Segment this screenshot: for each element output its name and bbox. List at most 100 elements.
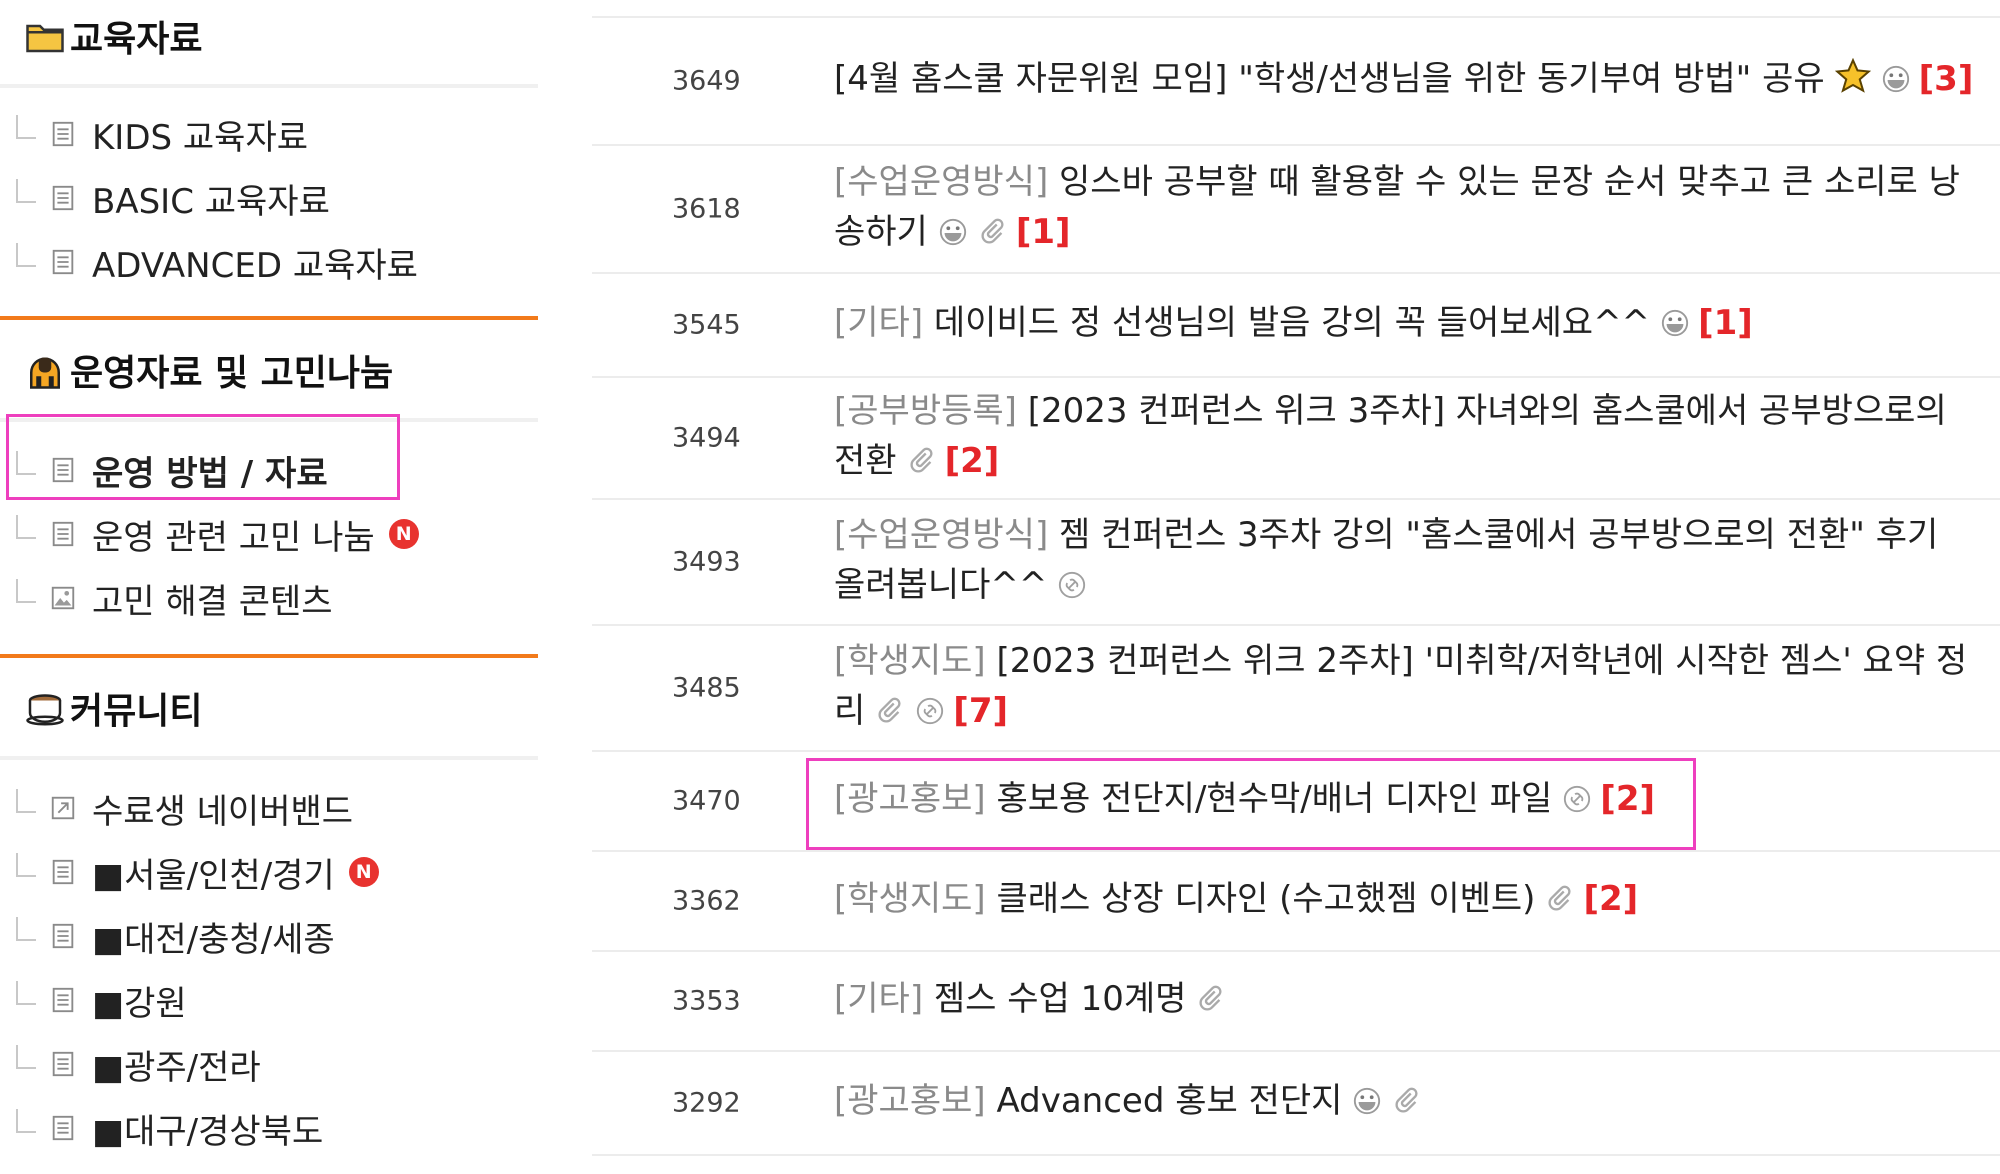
attachment-icon [1545, 878, 1575, 928]
post-title-link[interactable]: [4월 홈스쿨 자문위원 모임] "학생/선생님을 위한 동기부여 방법" 공유 [834, 59, 1825, 99]
post-row: 3470 [광고홍보] 홍보용 전단지/현수막/배너 디자인 파일 [2] [592, 752, 2000, 852]
post-title-cell: [4월 홈스쿨 자문위원 모임] "학생/선생님을 위한 동기부여 방법" 공유… [834, 54, 1980, 108]
sidebar-section-title: 교육자료 [70, 19, 203, 60]
board-icon [48, 857, 78, 887]
post-row: 3292 [광고홍보] Advanced 홍보 전단지 [592, 1052, 2000, 1156]
post-row: 3618 [수업운영방식] 잉스바 공부할 때 활용할 수 있는 문장 순서 맞추… [592, 146, 2000, 274]
sidebar-menu-label: 고민 해결 콘텐츠 [92, 581, 333, 622]
sidebar-section-heading: 커뮤니티 [24, 678, 202, 738]
sidebar-menu-item[interactable]: ■대구/경상북도 [16, 1100, 323, 1156]
section-divider [0, 418, 538, 422]
sidebar-menu-item[interactable]: ■광주/전라 [16, 1036, 261, 1092]
sidebar-menu-item[interactable]: 고민 해결 콘텐츠 [16, 570, 333, 626]
section-divider [0, 84, 538, 88]
sidebar-menu-label: BASIC 교육자료 [92, 181, 330, 222]
comment-count-link[interactable]: [3] [1919, 59, 1974, 99]
sidebar-menu-label: ■강원 [92, 983, 187, 1024]
sidebar-menu-item[interactable]: 운영 관련 고민 나눔 N [16, 506, 419, 562]
star-icon [1834, 57, 1871, 108]
tree-connector [16, 1045, 36, 1069]
board-icon [48, 921, 78, 951]
post-number: 3470 [672, 785, 741, 817]
person-icon [24, 349, 66, 391]
tree-connector [16, 853, 36, 877]
post-row: 3494 [공부방등록] [2023 컨퍼런스 위크 3주차] 자녀와의 홈스쿨에… [592, 378, 2000, 500]
post-category: [기타] [834, 303, 924, 343]
post-number: 3485 [672, 672, 741, 704]
sidebar: 교육자료 KIDS 교육자료 BASIC 교육자료 ADVANCED 교육자료운영자료… [0, 0, 540, 1174]
tree-connector [16, 115, 36, 139]
tree-connector [16, 789, 36, 813]
post-title-cell: [공부방등록] [2023 컨퍼런스 위크 3주차] 자녀와의 홈스쿨에서 공부… [834, 386, 1980, 490]
folder-icon [24, 15, 66, 57]
section-separator [0, 654, 538, 658]
attachment-icon [907, 440, 937, 490]
sidebar-menu-item[interactable]: ■서울/인천/경기 N [16, 844, 379, 900]
post-category: [기타] [834, 979, 924, 1019]
post-number: 3649 [672, 65, 741, 97]
sidebar-menu-label: ■대구/경상북도 [92, 1111, 324, 1152]
post-list: 3649 [4월 홈스쿨 자문위원 모임] "학생/선생님을 위한 동기부여 방법… [592, 0, 2000, 1174]
sidebar-section-heading: 교육자료 [24, 6, 202, 66]
post-title-link[interactable]: [광고홍보] 홍보용 전단지/현수막/배너 디자인 파일 [834, 779, 1552, 819]
post-title-link[interactable]: [수업운영방식] 젬 컨퍼런스 3주차 강의 "홈스쿨에서 공부방으로의 전환"… [834, 515, 1938, 605]
post-row: 3649 [4월 홈스쿨 자문위원 모임] "학생/선생님을 위한 동기부여 방법… [592, 18, 2000, 146]
sidebar-menu-label: 운영 관련 고민 나눔 [92, 517, 375, 558]
post-category: [광고홍보] [834, 1081, 986, 1121]
board-icon [48, 985, 78, 1015]
post-number: 3493 [672, 546, 741, 578]
link-circle-icon [915, 690, 945, 740]
post-category: [공부방등록] [834, 391, 1017, 431]
sidebar-menu-label: ■서울/인천/경기 [92, 855, 335, 896]
post-row: 3353 [기타] 젬스 수업 10계명 [592, 952, 2000, 1052]
attachment-icon [875, 690, 905, 740]
sidebar-menu-item[interactable]: 수료생 네이버밴드 [16, 780, 353, 836]
post-number: 3292 [672, 1087, 741, 1119]
sidebar-menu-label: 운영 방법 / 자료 [92, 453, 328, 494]
tree-connector [16, 243, 36, 267]
comment-count-link[interactable]: [2] [1600, 779, 1655, 819]
comment-count-link[interactable]: [2] [945, 441, 1000, 481]
board-icon [48, 247, 78, 277]
comment-count-link[interactable]: [1] [1016, 212, 1071, 252]
comment-count-link[interactable]: [7] [953, 691, 1008, 731]
sidebar-menu-label: ■대전/충청/세종 [92, 919, 335, 960]
section-divider [0, 756, 538, 760]
sidebar-menu-item[interactable]: ADVANCED 교육자료 [16, 234, 418, 290]
post-title-link[interactable]: [기타] 데이비드 정 선생님의 발음 강의 꼭 들어보세요^^ [834, 303, 1650, 343]
sidebar-menu-item[interactable]: ■대전/충청/세종 [16, 908, 335, 964]
face-icon [1352, 1080, 1382, 1130]
post-title-text: 젬스 수업 10계명 [933, 979, 1187, 1019]
tree-connector [16, 917, 36, 941]
post-title-text: 홍보용 전단지/현수막/배너 디자인 파일 [996, 779, 1553, 819]
face-icon [1881, 58, 1911, 108]
post-title-cell: [수업운영방식] 잉스바 공부할 때 활용할 수 있는 문장 순서 맞추고 큰 … [834, 157, 1980, 261]
face-icon [938, 211, 968, 261]
post-category: [수업운영방식] [834, 162, 1049, 202]
tree-connector [16, 451, 36, 475]
new-badge: N [388, 519, 419, 549]
sidebar-menu-item[interactable]: 운영 방법 / 자료 [16, 442, 328, 498]
sidebar-menu-item[interactable]: ■강원 [16, 972, 187, 1028]
post-title-text: 데이비드 정 선생님의 발음 강의 꼭 들어보세요^^ [933, 303, 1651, 343]
post-title-cell: [광고홍보] 홍보용 전단지/현수막/배너 디자인 파일 [2] [834, 774, 1980, 828]
post-category: [수업운영방식] [834, 515, 1049, 555]
comment-count-link[interactable]: [1] [1698, 303, 1753, 343]
attachment-icon [978, 211, 1008, 261]
coffee-cup-icon [24, 687, 66, 729]
post-title-text: Advanced 홍보 전단지 [996, 1081, 1343, 1121]
post-title-link[interactable]: [학생지도] 클래스 상장 디자인 (수고했젬 이벤트) [834, 879, 1535, 919]
sidebar-menu-item[interactable]: BASIC 교육자료 [16, 170, 330, 226]
post-title-link[interactable]: [공부방등록] [2023 컨퍼런스 위크 3주차] 자녀와의 홈스쿨에서 공부… [834, 391, 1947, 481]
comment-count-link[interactable]: [2] [1583, 879, 1638, 919]
sidebar-menu-item[interactable]: KIDS 교육자료 [16, 106, 308, 162]
post-title-link[interactable]: [광고홍보] Advanced 홍보 전단지 [834, 1081, 1342, 1121]
new-badge: N [348, 857, 379, 887]
link-circle-icon [1057, 564, 1087, 614]
post-row: 3362 [학생지도] 클래스 상장 디자인 (수고했젬 이벤트) [2] [592, 852, 2000, 952]
post-title-link[interactable]: [기타] 젬스 수업 10계명 [834, 979, 1186, 1019]
sidebar-section-title: 운영자료 및 고민나눔 [70, 353, 394, 394]
post-title-cell: [학생지도] [2023 컨퍼런스 위크 2주차] '미취학/저학년에 시작한 … [834, 636, 1980, 740]
attachment-icon [1196, 978, 1226, 1028]
post-title-cell: [수업운영방식] 젬 컨퍼런스 3주차 강의 "홈스쿨에서 공부방으로의 전환"… [834, 510, 1980, 614]
